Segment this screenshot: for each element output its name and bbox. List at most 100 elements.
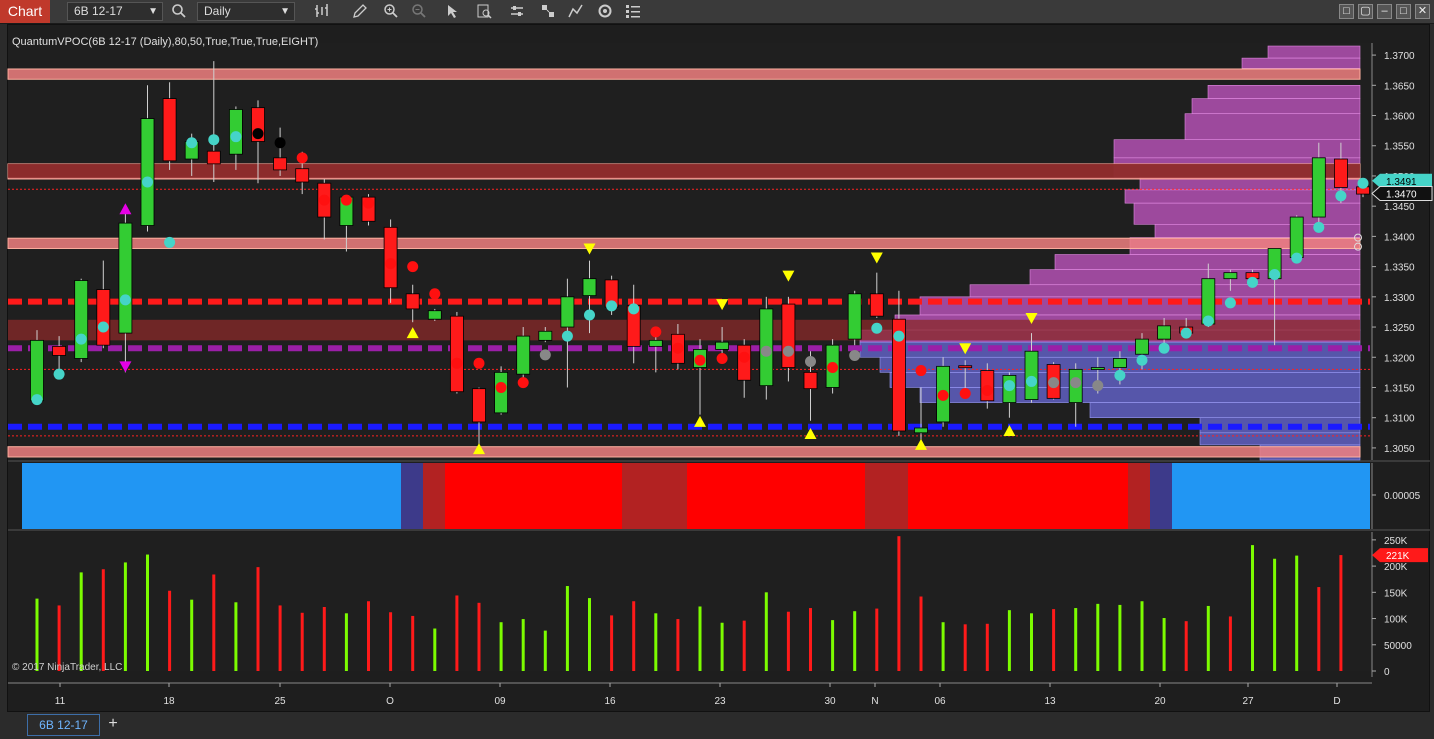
price-axis-label: 1.3600 — [1384, 112, 1415, 123]
candle-body — [140, 118, 155, 226]
price-axis-label: 1.3050 — [1384, 444, 1415, 455]
signal-dot — [849, 349, 861, 361]
volume-bar — [1052, 609, 1056, 671]
time-axis-label: 27 — [1242, 696, 1254, 707]
candle-body — [52, 345, 66, 356]
signal-dot — [1003, 380, 1015, 392]
volume-zone — [7, 446, 1361, 458]
instrument-tab[interactable]: 6B 12-17 — [27, 714, 100, 736]
volume-bar — [720, 622, 724, 671]
volume-bar — [831, 620, 835, 671]
volume-bar — [654, 613, 658, 671]
signal-dot — [1291, 252, 1303, 264]
signal-dot — [981, 385, 993, 396]
volume-bar — [1273, 558, 1277, 671]
signal-dot — [429, 288, 441, 300]
signal-dot — [915, 365, 927, 377]
candle-body — [781, 303, 796, 368]
volume-profile-bar — [1154, 224, 1361, 238]
signal-dot — [385, 258, 397, 270]
instrument-tab-bar: 6B 12-17 + — [0, 712, 1434, 739]
time-axis-label: 11 — [55, 696, 66, 707]
volume-axis-label: 150K — [1384, 588, 1408, 599]
signal-dot — [407, 261, 419, 273]
signal-dot — [164, 236, 176, 248]
volume-bar — [477, 602, 481, 671]
volume-bar — [344, 613, 348, 671]
add-tab-button[interactable]: + — [104, 714, 122, 736]
signal-dot — [517, 377, 529, 389]
candle-body — [1311, 157, 1326, 218]
signal-dot — [1026, 375, 1037, 387]
candle-body — [405, 293, 420, 310]
candle-body — [427, 310, 442, 320]
volume-profile-bar — [1089, 402, 1361, 418]
signal-dot — [1136, 354, 1148, 366]
signal-dot — [827, 362, 839, 374]
price-axis-label: 1.3200 — [1384, 353, 1415, 364]
signal-dot — [142, 176, 153, 188]
volume-profile-bar — [1191, 98, 1361, 115]
price-axis-label: 1.3350 — [1384, 263, 1415, 274]
signal-dot — [451, 357, 463, 369]
volume-bar — [632, 601, 636, 671]
signal-dot — [650, 326, 662, 338]
volume-zone — [7, 237, 1361, 249]
candle-body — [383, 226, 398, 289]
volume-bar — [764, 592, 768, 671]
candle-body — [273, 157, 288, 171]
volume-bar — [897, 536, 901, 671]
volume-profile-bar — [1267, 45, 1361, 59]
signal-dot — [296, 152, 308, 164]
current-volume-label: 221K — [1386, 551, 1410, 562]
volume-bar — [919, 596, 923, 671]
signal-dot — [75, 333, 87, 345]
candle-body — [1334, 158, 1348, 188]
candle-body — [1289, 216, 1304, 258]
volume-bar — [146, 554, 149, 671]
volume-bar — [588, 598, 591, 671]
volume-profile-bar — [1207, 85, 1361, 99]
volume-profile-bar — [1199, 432, 1361, 446]
volume-bar — [1030, 613, 1033, 671]
volume-bar — [742, 620, 746, 671]
indicator-band — [908, 463, 1128, 529]
price-axis-label: 1.3300 — [1384, 293, 1415, 304]
copyright-notice: © 2017 NinjaTrader, LLC — [12, 662, 123, 673]
signal-dot — [1224, 297, 1236, 309]
indicator-band — [1128, 463, 1150, 529]
indicator-band — [687, 463, 865, 529]
volume-profile-bar — [1241, 57, 1361, 69]
signal-dot — [782, 345, 794, 357]
volume-bar — [389, 612, 393, 671]
volume-bar — [300, 612, 304, 671]
volume-bar — [1096, 603, 1100, 671]
time-axis-label: 16 — [604, 696, 616, 707]
volume-bar — [698, 606, 702, 671]
signal-dot — [959, 388, 971, 400]
signal-dot — [871, 322, 883, 334]
time-axis-label: 25 — [274, 696, 286, 707]
candle-body — [30, 339, 44, 402]
signal-dot — [694, 354, 706, 366]
time-axis-label: 13 — [1044, 696, 1056, 707]
volume-bar — [123, 562, 127, 671]
indicator-axis-label: 0.00005 — [1384, 491, 1421, 502]
volume-bar — [1118, 604, 1122, 671]
volume-axis-label: 100K — [1384, 615, 1408, 626]
indicator-band — [423, 463, 445, 529]
volume-bar — [875, 608, 879, 671]
volume-bar — [1074, 608, 1078, 671]
volume-bar — [941, 622, 945, 671]
signal-dot — [340, 194, 352, 206]
indicator-title: QuantumVPOC(6B 12-17 (Daily),80,50,True,… — [12, 36, 319, 48]
volume-profile-bar — [1029, 269, 1361, 286]
signal-dot — [230, 131, 242, 143]
volume-axis-label: 200K — [1384, 562, 1408, 573]
chart-canvas[interactable]: 1.37001.36501.36001.35501.35001.34501.34… — [0, 0, 1434, 739]
signal-dot — [937, 389, 949, 401]
signal-dot — [495, 381, 507, 393]
volume-bar — [101, 569, 105, 671]
candle-body — [582, 278, 597, 297]
volume-bar — [1295, 555, 1299, 671]
